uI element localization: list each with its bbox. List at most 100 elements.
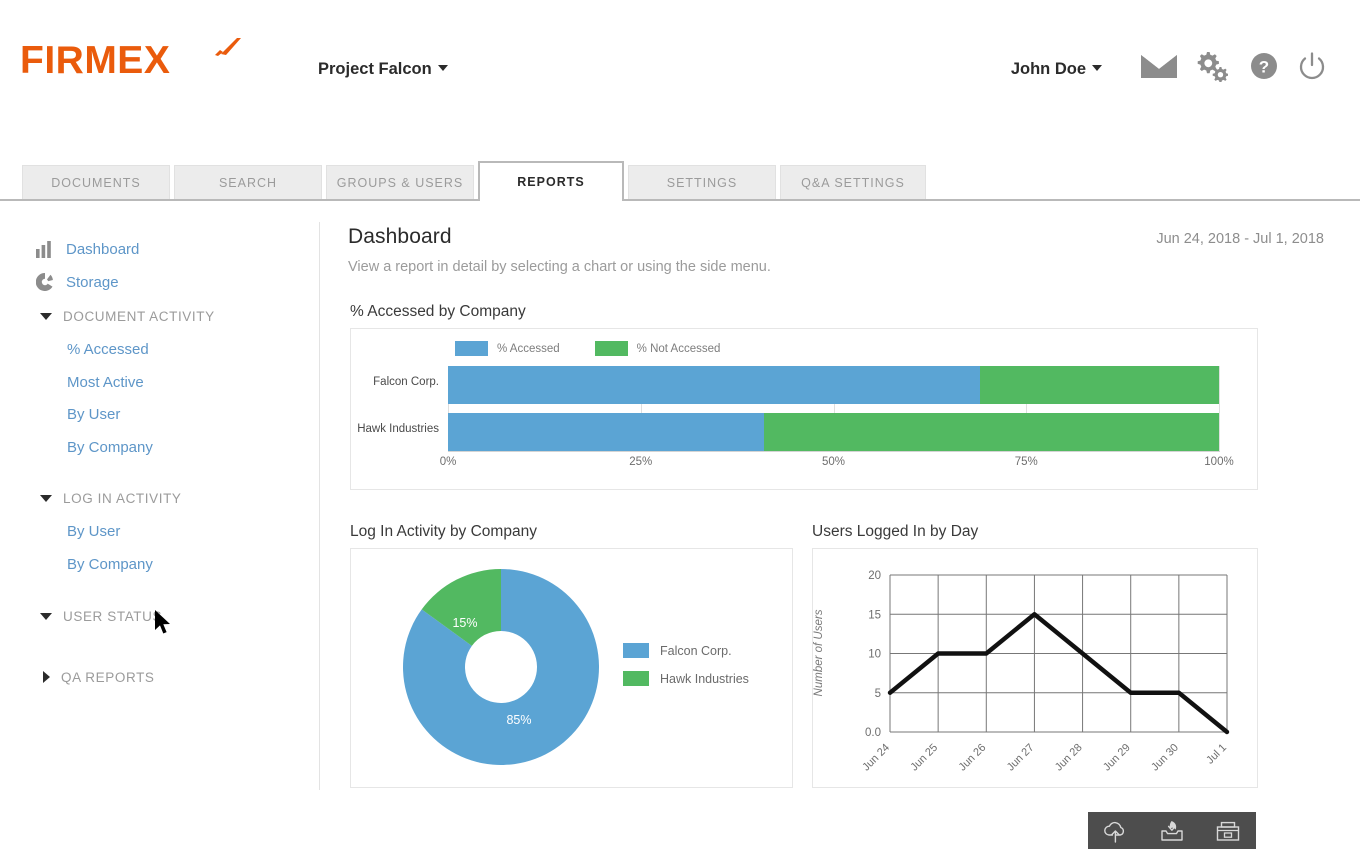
bar-x-tick: 25% [629, 456, 652, 468]
legend-item-falcon: Falcon Corp. [623, 643, 749, 658]
donut-slice-label-falcon: 85% [506, 713, 531, 727]
donut-svg [403, 569, 599, 765]
sidebar-item-label: By User [67, 523, 120, 540]
project-selector[interactable]: Project Falcon [318, 60, 448, 79]
line-x-tick: Jun 30 [1149, 742, 1181, 774]
bar-gridline [1219, 366, 1220, 451]
donut-legend: Falcon Corp. Hawk Industries [623, 643, 749, 699]
sidebar: Dashboard Storage DOCUMENT ACTIVITY % Ac… [0, 210, 320, 790]
mouse-cursor [155, 610, 173, 636]
app-root: FIRMEX Project Falcon John Doe [0, 0, 1360, 849]
sidebar-item-login-by-company[interactable]: By Company [67, 553, 153, 575]
bar-row[interactable]: Falcon Corp. [448, 366, 1219, 404]
sidebar-group-qa-reports[interactable]: QA REPORTS [40, 666, 155, 688]
legend-swatch [623, 643, 649, 658]
bottom-toolbar [1088, 812, 1256, 849]
tab-qa-settings[interactable]: Q&A SETTINGS [780, 165, 926, 199]
donut-slice-label-hawk: 15% [452, 616, 477, 630]
legend-label: Falcon Corp. [660, 644, 732, 658]
line-y-tick: 10 [868, 649, 881, 661]
login-activity-by-company-chart[interactable]: 15% 85% Falcon Corp. Hawk Industries [350, 548, 793, 788]
tab-search[interactable]: SEARCH [174, 165, 322, 199]
sidebar-group-label: DOCUMENT ACTIVITY [63, 309, 215, 324]
user-name: John Doe [1011, 60, 1086, 78]
bar-chart-legend: % Accessed % Not Accessed [455, 341, 720, 356]
sidebar-item-doc-by-user[interactable]: By User [67, 403, 120, 425]
line-x-tick: Jun 25 [908, 742, 940, 774]
donut-graphic: 15% 85% [403, 569, 599, 765]
sidebar-item-login-by-user[interactable]: By User [67, 520, 120, 542]
legend-swatch [455, 341, 488, 356]
bar-chart-icon [36, 240, 54, 258]
sidebar-item-label: By Company [67, 439, 153, 456]
tab-groups-users[interactable]: GROUPS & USERS [326, 165, 474, 199]
inbox-download-icon [1157, 819, 1187, 843]
users-logged-in-by-day-chart[interactable]: Number of Users 0.05101520Jun 24Jun 25Ju… [812, 548, 1258, 788]
donut-chart-title: Log In Activity by Company [350, 523, 537, 541]
tabbar: DOCUMENTS SEARCH GROUPS & USERS REPORTS … [0, 165, 1360, 201]
sidebar-group-log-in-activity[interactable]: LOG IN ACTIVITY [40, 487, 182, 509]
bar-segment[interactable] [980, 366, 1219, 404]
bar-segment[interactable] [448, 366, 980, 404]
power-icon[interactable] [1298, 52, 1326, 82]
triangle-down-icon [40, 495, 52, 502]
line-x-tick: Jun 24 [860, 742, 892, 774]
main-content: Dashboard View a report in detail by sel… [348, 225, 1338, 275]
tab-label: SETTINGS [667, 176, 738, 190]
user-menu[interactable]: John Doe [1011, 60, 1102, 79]
line-series[interactable] [890, 614, 1227, 732]
line-chart-title: Users Logged In by Day [812, 523, 978, 541]
bar-segment[interactable] [448, 413, 764, 451]
page-subtitle: View a report in detail by selecting a c… [348, 259, 1338, 275]
sidebar-item-percent-accessed[interactable]: % Accessed [67, 338, 149, 360]
bar-plot-area: Falcon Corp. Hawk Industries [448, 366, 1219, 451]
tab-documents[interactable]: DOCUMENTS [22, 165, 170, 199]
app-header: FIRMEX Project Falcon John Doe [0, 0, 1360, 140]
tab-label: DOCUMENTS [51, 176, 141, 190]
line-y-tick: 20 [868, 570, 881, 582]
svg-text:?: ? [1259, 58, 1269, 77]
line-x-tick: Jun 28 [1053, 742, 1085, 774]
tab-reports[interactable]: REPORTS [478, 161, 624, 201]
bar-x-tick: 100% [1204, 456, 1233, 468]
bar-row[interactable]: Hawk Industries [448, 413, 1219, 451]
logo-text: FIRMEX [20, 39, 170, 82]
cloud-upload-button[interactable] [1096, 816, 1136, 846]
legend-swatch [595, 341, 628, 356]
tab-settings[interactable]: SETTINGS [628, 165, 776, 199]
sidebar-item-label: By Company [67, 556, 153, 573]
mail-icon[interactable] [1140, 52, 1178, 80]
legend-label: % Not Accessed [637, 343, 721, 355]
sidebar-item-most-active[interactable]: Most Active [67, 371, 144, 393]
legend-swatch [623, 671, 649, 686]
sidebar-item-label: Storage [66, 274, 119, 291]
sidebar-group-label: USER STATUS [63, 609, 162, 624]
cloud-upload-icon [1101, 819, 1131, 843]
project-name: Project Falcon [318, 60, 432, 78]
legend-item-hawk: Hawk Industries [623, 671, 749, 686]
line-x-tick: Jun 26 [957, 742, 989, 774]
bar-category-label: Falcon Corp. [373, 376, 439, 388]
file-box-button[interactable] [1208, 816, 1248, 846]
help-icon[interactable]: ? [1250, 52, 1278, 80]
chevron-down-icon [438, 65, 448, 71]
download-to-inbox-button[interactable] [1152, 816, 1192, 846]
triangle-right-icon [43, 671, 50, 683]
sidebar-item-label: By User [67, 406, 120, 423]
sidebar-group-document-activity[interactable]: DOCUMENT ACTIVITY [40, 305, 215, 327]
sidebar-item-storage[interactable]: Storage [36, 271, 119, 293]
sidebar-item-doc-by-company[interactable]: By Company [67, 436, 153, 458]
tab-label: Q&A SETTINGS [801, 176, 905, 190]
chevron-down-icon [1092, 65, 1102, 71]
percent-accessed-by-company-chart[interactable]: % Accessed % Not Accessed Falcon Corp. Ha… [350, 328, 1258, 490]
line-x-tick: Jul 1 [1204, 742, 1229, 767]
firmex-logo[interactable]: FIRMEX [20, 38, 235, 84]
legend-label: % Accessed [497, 343, 560, 355]
sidebar-item-dashboard[interactable]: Dashboard [36, 238, 139, 260]
settings-gears-icon[interactable] [1194, 52, 1228, 82]
bar-x-tick: 0% [440, 456, 457, 468]
bar-segment[interactable] [764, 413, 1219, 451]
sidebar-group-user-status[interactable]: USER STATUS [40, 605, 162, 627]
file-box-icon [1213, 819, 1243, 843]
sidebar-group-label: LOG IN ACTIVITY [63, 491, 182, 506]
